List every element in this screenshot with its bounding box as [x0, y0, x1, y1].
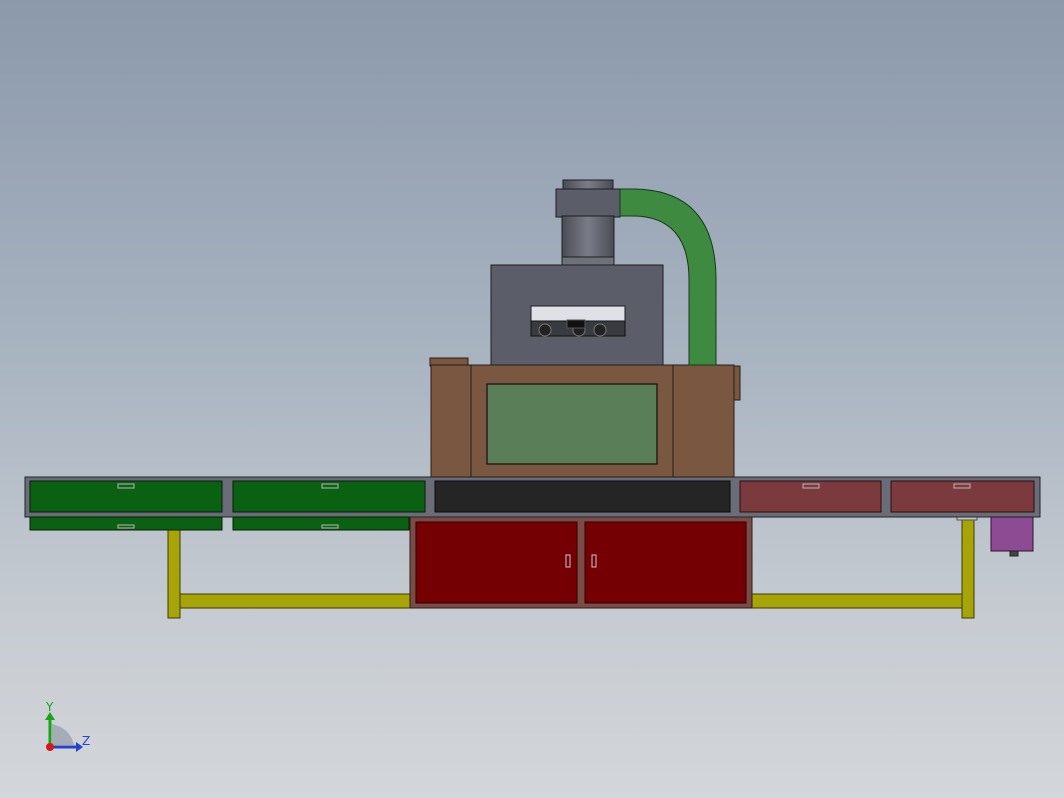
right-crossbar[interactable]	[751, 593, 963, 609]
upper-housing[interactable]	[429, 357, 741, 478]
motor-box[interactable]	[990, 516, 1034, 552]
triad-origin	[46, 743, 54, 751]
housing-left-panel	[430, 364, 472, 478]
stack-collar[interactable]	[555, 188, 621, 218]
graphics-viewport[interactable]: Y Z	[0, 0, 1064, 798]
motor-unit[interactable]	[990, 516, 1034, 557]
triad-plane	[52, 724, 74, 745]
green-drawer-1[interactable]	[29, 480, 223, 513]
left-crossbar[interactable]	[179, 593, 413, 609]
lamp-wheel-right	[593, 323, 607, 337]
lamp-clamp	[566, 319, 586, 329]
red-drawer-2[interactable]	[890, 480, 1035, 513]
machine-drawing[interactable]: Y Z	[0, 0, 1064, 798]
triad-y-label: Y	[45, 700, 54, 714]
view-triad: Y Z	[45, 700, 90, 752]
motor-connector	[1009, 550, 1019, 557]
lamp-box[interactable]	[490, 264, 664, 366]
viewing-window[interactable]	[486, 383, 658, 465]
green-drawer-2[interactable]	[232, 480, 426, 513]
cabinet-door-left[interactable]	[415, 521, 578, 604]
stack-base[interactable]	[561, 256, 615, 266]
cabinet-door-right[interactable]	[584, 521, 747, 604]
triad-z-label: Z	[82, 734, 90, 748]
housing-side-tab	[733, 365, 741, 401]
lamp-wheel-left	[538, 323, 552, 337]
stack-pipe[interactable]	[561, 215, 615, 259]
black-panel[interactable]	[434, 480, 731, 513]
right-leg[interactable]	[961, 515, 975, 619]
lower-cabinet[interactable]	[409, 516, 753, 609]
housing-right-panel	[672, 364, 735, 478]
red-drawer-1[interactable]	[739, 480, 882, 513]
left-leg[interactable]	[167, 515, 181, 619]
exhaust-stack[interactable]	[555, 179, 621, 266]
green-drawer-lower-2[interactable]	[232, 516, 410, 531]
